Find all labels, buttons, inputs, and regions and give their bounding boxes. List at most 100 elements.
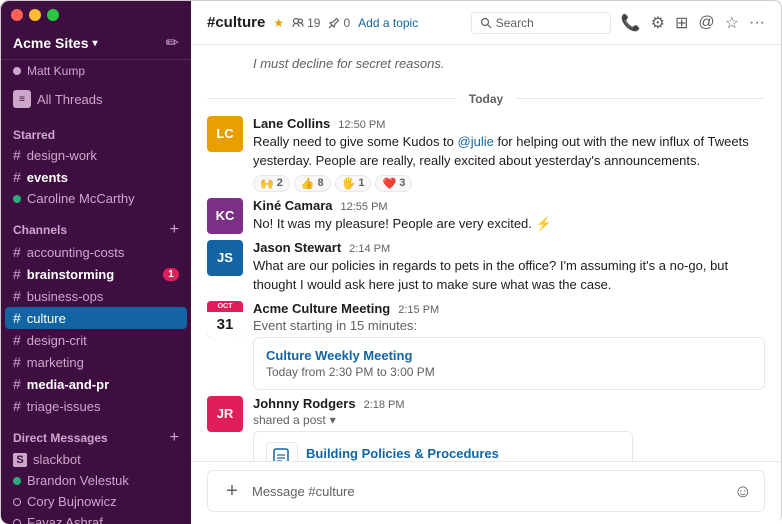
pin-icon [328, 17, 340, 29]
reaction[interactable]: 👍8 [294, 175, 331, 192]
add-channel-icon[interactable]: + [170, 221, 179, 239]
add-dm-icon[interactable]: + [170, 429, 179, 447]
sidebar-item-brainstorming[interactable]: # brainstorming 1 [1, 263, 191, 285]
hash-icon: # [13, 169, 21, 185]
message-author: Kiné Camara [253, 198, 332, 213]
header-meta: ★ 19 0 Add a topic [273, 16, 418, 30]
message-header: Kiné Camara 12:55 PM [253, 198, 765, 213]
file-card-header: Building Policies & Procedures Last edit… [266, 442, 620, 461]
chevron-down-icon: ▾ [92, 38, 97, 49]
threads-icon: ≡ [13, 90, 31, 108]
channel-title-area: #culture ★ 19 0 Add a topic [207, 14, 418, 31]
channel-header: #culture ★ 19 0 Add a topic Search 📞 ⚙ [191, 1, 781, 45]
event-time: Today from 2:30 PM to 3:00 PM [266, 365, 752, 379]
workspace-title[interactable]: Acme Sites ▾ [13, 35, 98, 51]
compose-icon[interactable]: ✏ [166, 33, 179, 53]
emoji-button[interactable]: ☺ [734, 481, 752, 502]
message-author: Jason Stewart [253, 240, 341, 255]
sidebar-item-caroline[interactable]: Caroline McCarthy [1, 188, 191, 209]
hash-icon: # [13, 288, 21, 304]
at-icon[interactable]: @ [698, 14, 714, 32]
hash-icon: # [13, 332, 21, 348]
sidebar-item-slackbot[interactable]: S slackbot [1, 449, 191, 470]
sidebar-item-media-and-pr[interactable]: # media-and-pr [1, 373, 191, 395]
traffic-lights [1, 1, 191, 23]
sidebar-item-design-work[interactable]: # design-work [1, 144, 191, 166]
message-text: Really need to give some Kudos to @julie… [253, 133, 765, 171]
messages-area: I must decline for secret reasons. Today… [191, 45, 781, 461]
file-icon [266, 442, 298, 461]
online-dot [13, 477, 21, 485]
message-time: 2:15 PM [398, 304, 439, 316]
slackbot-icon: S [13, 453, 27, 467]
online-dot [13, 195, 21, 203]
calendar-avatar: OCT 31 [207, 301, 243, 337]
close-button[interactable] [11, 9, 23, 21]
avatar: JS [207, 240, 243, 276]
sidebar-item-triage-issues[interactable]: # triage-issues [1, 395, 191, 417]
hash-icon: # [13, 398, 21, 414]
message-content: Kiné Camara 12:55 PM No! It was my pleas… [253, 198, 765, 234]
message-header: Lane Collins 12:50 PM [253, 116, 765, 131]
gear-icon[interactable]: ⚙ [651, 13, 665, 33]
message-continuation: I must decline for secret reasons. [207, 55, 765, 74]
sidebar-item-brandon[interactable]: Brandon Velestuk [1, 470, 191, 491]
message-input[interactable] [252, 484, 726, 499]
pins-count: 0 [328, 16, 350, 30]
message-group: JS Jason Stewart 2:14 PM What are our po… [207, 240, 765, 295]
more-icon[interactable]: ··· [749, 14, 765, 32]
message-content: Johnny Rodgers 2:18 PM shared a post ▾ [253, 396, 765, 461]
minimize-button[interactable] [29, 9, 41, 21]
phone-icon[interactable]: 📞 [621, 13, 641, 33]
sidebar: Acme Sites ▾ ✏ Matt Kump ≡ All Threads S… [1, 1, 191, 524]
all-threads-link[interactable]: ≡ All Threads [1, 86, 191, 116]
add-attachment-button[interactable]: + [220, 479, 244, 503]
grid-icon[interactable]: ⊞ [675, 13, 688, 33]
starred-section: Starred [1, 116, 191, 144]
message-group: OCT 31 Acme Culture Meeting 2:15 PM Even… [207, 301, 765, 390]
reaction[interactable]: 🖐1 [335, 175, 372, 192]
dm-section: Direct Messages + [1, 417, 191, 449]
star-icon[interactable]: ★ [273, 16, 284, 30]
sidebar-item-fayaz[interactable]: Fayaz Ashraf [1, 512, 191, 524]
message-time: 2:14 PM [349, 243, 390, 255]
hash-icon: # [13, 244, 21, 260]
reaction[interactable]: ❤️3 [375, 175, 412, 192]
hash-icon: # [13, 376, 21, 392]
sidebar-item-events[interactable]: # events [1, 166, 191, 188]
shared-note: shared a post ▾ [253, 413, 765, 427]
message-group: JR Johnny Rodgers 2:18 PM shared a post … [207, 396, 765, 461]
maximize-button[interactable] [47, 9, 59, 21]
sidebar-item-design-crit[interactable]: # design-crit [1, 329, 191, 351]
status-dot [13, 67, 21, 75]
sidebar-item-marketing[interactable]: # marketing [1, 351, 191, 373]
hash-icon: # [13, 310, 21, 326]
sidebar-item-business-ops[interactable]: # business-ops [1, 285, 191, 307]
channels-section: Channels + [1, 209, 191, 241]
members-count: 19 [292, 16, 320, 30]
event-prefix: Event starting in 15 minutes: [253, 318, 765, 333]
search-icon [480, 17, 492, 29]
search-box[interactable]: Search [471, 12, 611, 34]
message-content: Jason Stewart 2:14 PM What are our polic… [253, 240, 765, 295]
main-panel: #culture ★ 19 0 Add a topic Search 📞 ⚙ [191, 1, 781, 524]
file-info: Building Policies & Procedures Last edit… [306, 446, 499, 461]
sidebar-item-accounting-costs[interactable]: # accounting-costs [1, 241, 191, 263]
event-title[interactable]: Culture Weekly Meeting [266, 348, 752, 363]
bookmark-icon[interactable]: ☆ [725, 13, 739, 33]
message-group: KC Kiné Camara 12:55 PM No! It was my pl… [207, 198, 765, 234]
sidebar-item-cory[interactable]: Cory Bujnowicz [1, 491, 191, 512]
sidebar-item-culture[interactable]: # culture [5, 307, 187, 329]
hash-icon: # [13, 354, 21, 370]
chevron-icon: ▾ [330, 413, 336, 427]
hash-icon: # [13, 266, 21, 282]
message-author: Lane Collins [253, 116, 330, 131]
channel-title: #culture [207, 14, 265, 31]
message-header: Jason Stewart 2:14 PM [253, 240, 765, 255]
add-topic[interactable]: Add a topic [358, 16, 418, 30]
file-name[interactable]: Building Policies & Procedures [306, 446, 499, 461]
unread-badge: 1 [163, 268, 179, 281]
reaction[interactable]: 🙌2 [253, 175, 290, 192]
offline-dot [13, 519, 21, 524]
mention: @julie [458, 134, 494, 149]
